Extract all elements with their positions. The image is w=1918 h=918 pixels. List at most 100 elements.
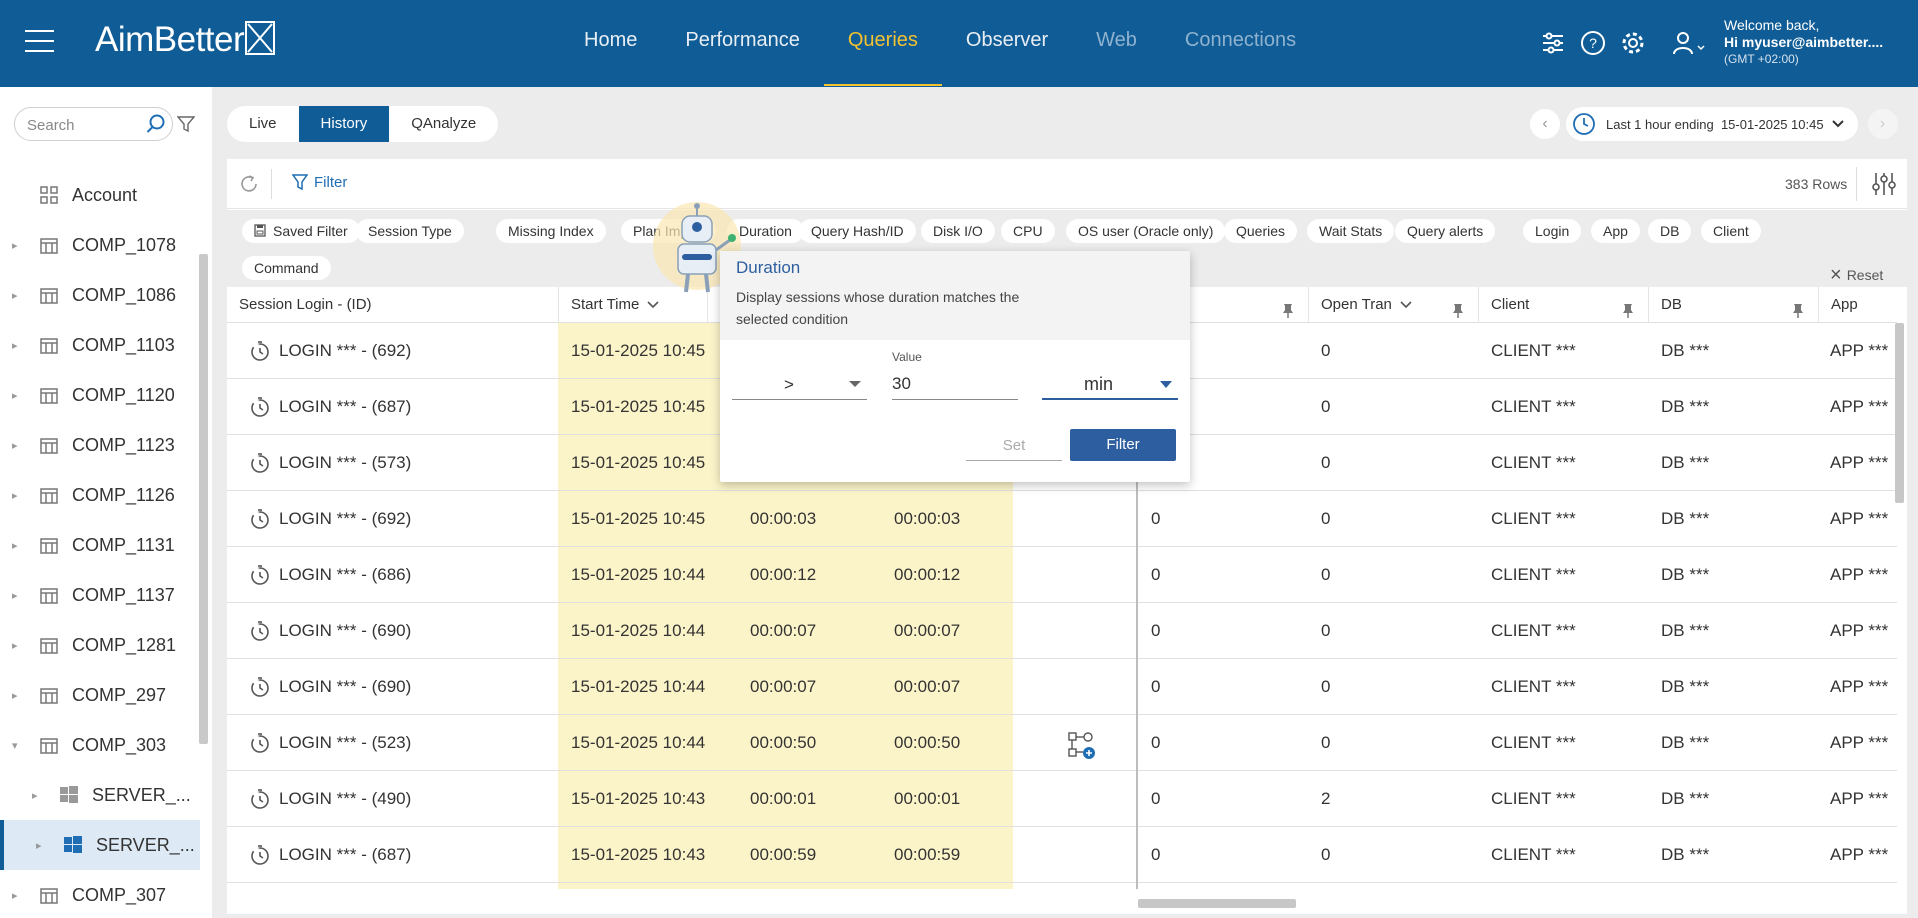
nav-home[interactable]: Home — [560, 0, 661, 86]
filter-chip[interactable]: Saved Filter — [242, 219, 360, 243]
column-header[interactable]: App — [1818, 287, 1897, 323]
sidebar-item-comp-1281[interactable]: ▸ COMP_1281 — [0, 620, 200, 670]
filter-chip[interactable]: Disk I/O — [921, 219, 995, 243]
column-settings-icon[interactable] — [1871, 171, 1897, 197]
filter-chip[interactable]: DB — [1648, 219, 1692, 243]
chevron-right-icon[interactable]: ▸ — [12, 539, 18, 552]
table-row[interactable]: LOGIN *** - (523) 15-01-2025 10:44 00:00:5… — [227, 715, 1897, 771]
filter-chip[interactable]: Client — [1701, 219, 1761, 243]
column-header[interactable]: Client — [1478, 287, 1648, 323]
grid-horizontal-scrollbar[interactable] — [1138, 899, 1296, 908]
chevron-right-icon[interactable]: ▸ — [12, 289, 18, 302]
sidebar-item-comp-1126[interactable]: ▸ COMP_1126 — [0, 470, 200, 520]
chevron-right-icon[interactable]: ▸ — [36, 839, 42, 852]
chevron-right-icon[interactable]: ▸ — [12, 389, 18, 402]
sidebar-item-comp-303[interactable]: ▾ COMP_303 — [0, 720, 200, 770]
table-row[interactable]: LOGIN *** - (686) 15-01-2025 10:44 00:00:1… — [227, 547, 1897, 603]
cell-db: DB *** — [1661, 509, 1710, 528]
hamburger-menu-icon[interactable] — [25, 30, 54, 54]
chevron-right-icon[interactable]: ▸ — [12, 589, 18, 602]
previous-period-button[interactable]: ‹ — [1530, 109, 1560, 139]
sort-chevron-icon[interactable] — [1400, 301, 1412, 312]
filter-chip[interactable]: Command — [242, 256, 331, 280]
apply-filter-button[interactable]: Filter — [1070, 429, 1176, 461]
table-row[interactable]: LOGIN *** - (690) 15-01-2025 10:44 00:00:0… — [227, 659, 1897, 715]
nav-queries[interactable]: Queries — [823, 0, 942, 86]
nav-observer[interactable]: Observer — [942, 0, 1072, 86]
sidebar-item-comp-1103[interactable]: ▸ COMP_1103 — [0, 320, 200, 370]
chevron-down-icon[interactable]: ▾ — [12, 739, 18, 752]
sidebar-item-comp-1120[interactable]: ▸ COMP_1120 — [0, 370, 200, 420]
execution-plan-icon[interactable] — [1067, 731, 1097, 764]
nav-web[interactable]: Web — [1072, 0, 1161, 86]
operator-select[interactable]: > — [732, 368, 867, 400]
filter-chip[interactable]: CPU — [1001, 219, 1055, 243]
filter-chip[interactable]: Missing Index — [496, 219, 606, 243]
sidebar-item-account[interactable]: Account — [0, 170, 200, 220]
welcome-greeting: Welcome back, — [1724, 17, 1820, 33]
sidebar-item-comp-297[interactable]: ▸ COMP_297 — [0, 670, 200, 720]
filter-chip-label: Query Hash/ID — [811, 223, 904, 239]
set-button[interactable]: Set — [966, 431, 1062, 461]
filter-chip[interactable]: Session Type — [356, 219, 464, 243]
time-range-picker[interactable]: Last 1 hour ending 15-01-2025 10:45 — [1566, 107, 1858, 141]
tab-qanalyze[interactable]: QAnalyze — [389, 106, 498, 142]
nav-connections[interactable]: Connections — [1161, 0, 1320, 86]
table-row[interactable]: LOGIN *** - (690) 15-01-2025 10:44 00:00:0… — [227, 603, 1897, 659]
sort-chevron-icon[interactable] — [647, 301, 659, 312]
column-header[interactable]: Open Tran — [1308, 287, 1478, 323]
unit-select[interactable]: min — [1042, 368, 1178, 400]
cell-tran: 0 — [1321, 677, 1331, 696]
filter-chip[interactable]: Queries — [1224, 219, 1298, 243]
chevron-right-icon[interactable]: ▸ — [12, 639, 18, 652]
filter-chip-label: Command — [254, 260, 319, 276]
cell-db: DB *** — [1661, 845, 1710, 864]
sidebar-scrollbar[interactable] — [199, 254, 208, 744]
help-icon[interactable]: ? — [1580, 30, 1606, 56]
chevron-right-icon[interactable]: ▸ — [12, 689, 18, 702]
sidebar-item-comp-1123[interactable]: ▸ COMP_1123 — [0, 420, 200, 470]
sidebar-item-server-[interactable]: ▸ SERVER_... — [0, 820, 200, 870]
search-icon[interactable] — [146, 114, 166, 134]
nav-performance[interactable]: Performance — [661, 0, 824, 86]
next-period-button[interactable]: › — [1867, 109, 1898, 139]
filter-toggle-button[interactable]: Filter — [292, 173, 347, 191]
chevron-right-icon[interactable]: ▸ — [12, 439, 18, 452]
tab-live[interactable]: Live — [227, 106, 299, 142]
brand-logo[interactable]: AimBetter — [95, 20, 245, 60]
sidebar-item-comp-1078[interactable]: ▸ COMP_1078 — [0, 220, 200, 270]
column-header[interactable]: Session Login - (ID) — [227, 287, 558, 323]
column-header-label: Open Tran — [1321, 296, 1392, 313]
filter-chip[interactable]: OS user (Oracle only) — [1066, 219, 1226, 243]
funnel-filter-icon[interactable] — [177, 115, 195, 133]
refresh-icon[interactable] — [238, 173, 260, 195]
sidebar-item-server-[interactable]: ▸ SERVER_... — [0, 770, 200, 820]
sliders-icon[interactable] — [1540, 30, 1566, 56]
table-row[interactable]: LOGIN *** - (687) 15-01-2025 10:43 00:00:5… — [227, 827, 1897, 883]
chevron-right-icon[interactable]: ▸ — [12, 339, 18, 352]
filter-chip[interactable]: Query alerts — [1395, 219, 1496, 243]
chevron-right-icon[interactable]: ▸ — [12, 489, 18, 502]
sidebar-item-comp-307[interactable]: ▸ COMP_307 — [0, 870, 200, 918]
welcome-block[interactable]: Welcome back, Hi myuser@aimbetter.... (G… — [1724, 17, 1883, 68]
chevron-right-icon[interactable]: ▸ — [12, 889, 18, 902]
filter-chip[interactable]: App — [1591, 219, 1640, 243]
reset-filters-button[interactable]: × Reset — [1830, 265, 1883, 285]
filter-chip[interactable]: Wait Stats — [1307, 219, 1395, 243]
column-header[interactable]: DB — [1648, 287, 1818, 323]
filter-chip[interactable]: Query Hash/ID — [799, 219, 916, 243]
grid-vertical-scrollbar[interactable] — [1895, 323, 1904, 503]
sidebar-item-comp-1086[interactable]: ▸ COMP_1086 — [0, 270, 200, 320]
sidebar-item-comp-1137[interactable]: ▸ COMP_1137 — [0, 570, 200, 620]
table-row[interactable]: LOGIN *** - (692) 15-01-2025 10:45 00:00:0… — [227, 491, 1897, 547]
duration-value-input[interactable] — [892, 368, 1018, 400]
chevron-right-icon[interactable]: ▸ — [12, 239, 18, 252]
chevron-right-icon[interactable]: ▸ — [32, 789, 38, 802]
table-row[interactable]: LOGIN *** - (490) 15-01-2025 10:43 00:00:0… — [227, 771, 1897, 827]
filter-chip[interactable]: Login — [1523, 219, 1582, 243]
user-icon[interactable] — [1672, 30, 1706, 56]
gear-icon[interactable] — [1620, 30, 1646, 56]
tab-history[interactable]: History — [298, 106, 390, 142]
sidebar-item-comp-1131[interactable]: ▸ COMP_1131 — [0, 520, 200, 570]
cell-app: APP *** — [1830, 397, 1889, 416]
